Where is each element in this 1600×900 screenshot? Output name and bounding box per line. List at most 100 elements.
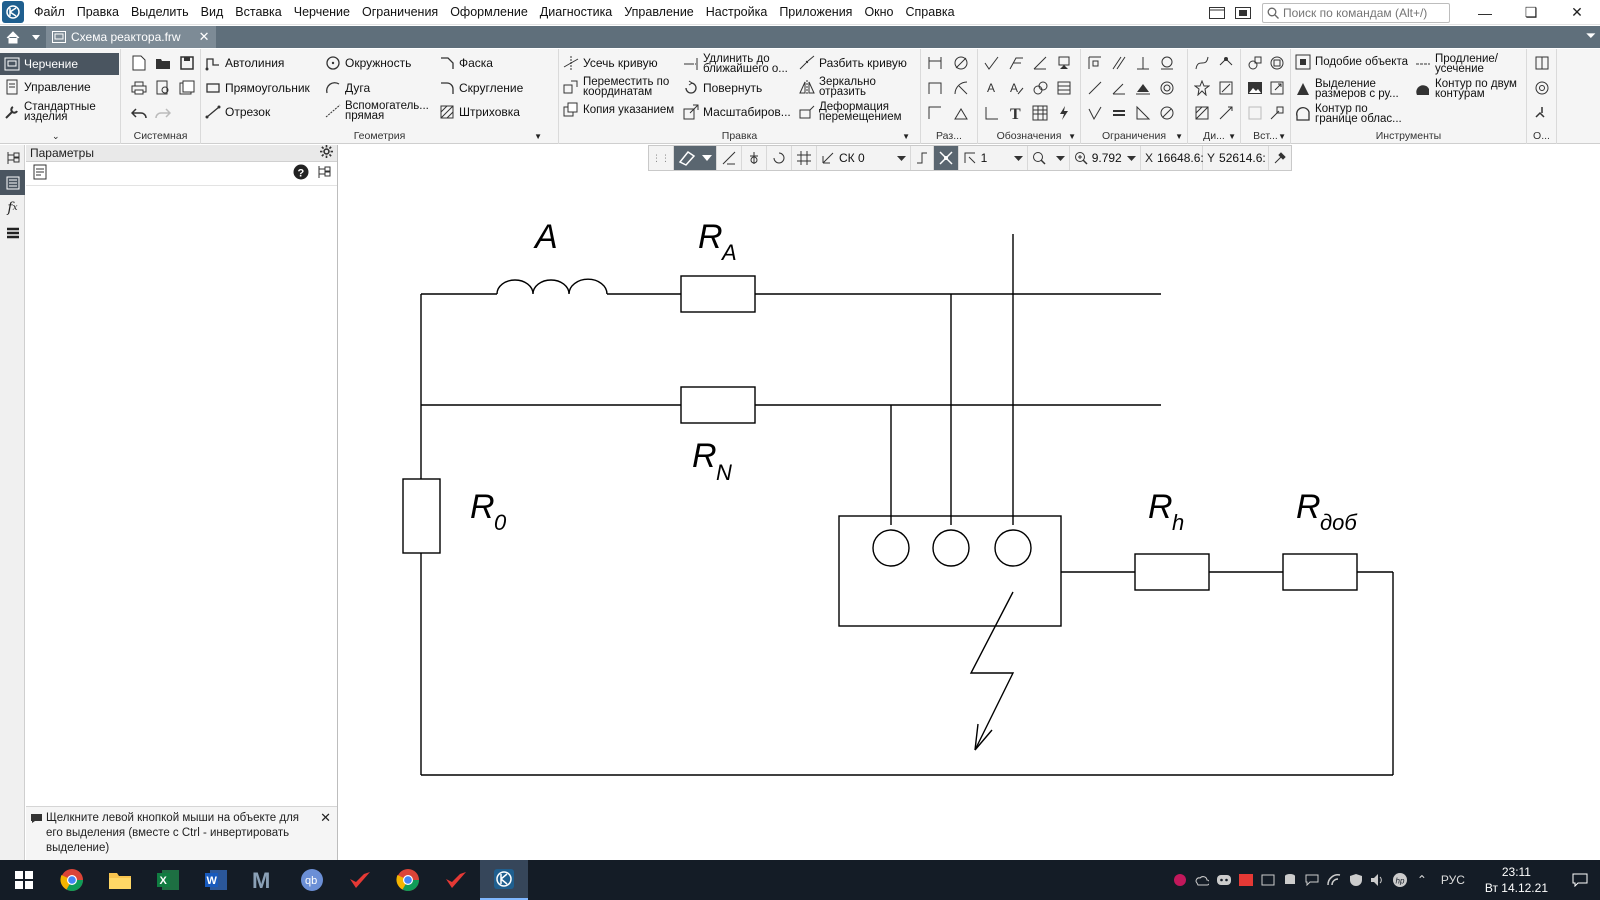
- red-check-app-2-icon[interactable]: [432, 860, 480, 900]
- menu-insert[interactable]: Вставка: [229, 0, 287, 25]
- similar-object-button[interactable]: Подобие объекта: [1295, 54, 1413, 70]
- menu-file[interactable]: Файл: [28, 0, 71, 25]
- roughness-icon[interactable]: [982, 53, 1002, 73]
- layers-icon[interactable]: [0, 220, 25, 245]
- horizontal-icon[interactable]: [1133, 103, 1153, 123]
- gear-icon[interactable]: [320, 145, 333, 161]
- preview-icon[interactable]: [153, 78, 173, 98]
- menu-settings[interactable]: Настройка: [700, 0, 774, 25]
- copy-by-pick-button[interactable]: Копия указанием: [563, 102, 681, 118]
- close-hint-icon[interactable]: ✕: [320, 810, 331, 825]
- select-dims-button[interactable]: Выделение размеров с ру...: [1295, 78, 1413, 100]
- split-curve-button[interactable]: Разбить кривую: [799, 55, 907, 71]
- open-folder-icon[interactable]: [153, 53, 173, 73]
- text-a-icon[interactable]: A: [982, 78, 1002, 98]
- coord-x[interactable]: X 16648.6:: [1141, 146, 1204, 170]
- trim-curve-button[interactable]: Усечь кривую: [563, 55, 658, 71]
- step-icon[interactable]: [911, 146, 934, 170]
- insert-image-icon[interactable]: [1245, 78, 1265, 98]
- tangent-icon[interactable]: [1157, 53, 1177, 73]
- mirror-button[interactable]: Зеркально отразить: [799, 76, 917, 98]
- zoom-window-button[interactable]: [1028, 146, 1070, 170]
- chamfer-button[interactable]: Фаска: [439, 55, 493, 71]
- ortho-icon[interactable]: [717, 146, 742, 170]
- tabs-dropdown-icon[interactable]: [26, 26, 46, 48]
- tray-discord-icon[interactable]: [1213, 860, 1235, 900]
- snap-toggle-icon[interactable]: [933, 146, 959, 170]
- screen-icon[interactable]: [1232, 4, 1254, 22]
- file-explorer-icon[interactable]: [96, 860, 144, 900]
- drawing-canvas[interactable]: A R A R N R 0 R h R доб: [339, 145, 1600, 860]
- cs-selector[interactable]: СК 0: [817, 146, 911, 170]
- tray-red-app-icon[interactable]: [1235, 860, 1257, 900]
- area-contour-button[interactable]: Контур по границе облас...: [1295, 103, 1413, 125]
- text-tool-icon[interactable]: T: [1006, 103, 1026, 123]
- tray-db-icon[interactable]: [1279, 860, 1301, 900]
- section-icon[interactable]: [1030, 78, 1050, 98]
- home-icon[interactable]: [0, 26, 26, 48]
- mathcad-icon[interactable]: M: [240, 860, 288, 900]
- menu-design[interactable]: Оформление: [444, 0, 534, 25]
- menu-help[interactable]: Справка: [900, 0, 961, 25]
- eyedropper-icon[interactable]: [1269, 146, 1291, 170]
- rectangle-button[interactable]: Прямоугольник: [205, 80, 310, 96]
- point-on-curve-icon[interactable]: [1085, 103, 1105, 123]
- center-mark-icon[interactable]: [982, 103, 1002, 123]
- area-icon[interactable]: [1192, 103, 1212, 123]
- scale-button[interactable]: Масштабиров...: [683, 104, 791, 120]
- save-all-icon[interactable]: [177, 78, 197, 98]
- mode-control[interactable]: Управление: [4, 79, 91, 95]
- perpendicular-icon[interactable]: [1133, 53, 1153, 73]
- round-icon[interactable]: [767, 146, 792, 170]
- target-icon[interactable]: [1532, 78, 1552, 98]
- segment-button[interactable]: Отрезок: [205, 104, 270, 120]
- menu-select[interactable]: Выделить: [125, 0, 195, 25]
- windows-start-icon[interactable]: [0, 860, 48, 900]
- radial-dim-icon[interactable]: [951, 78, 971, 98]
- insert-leader-icon[interactable]: [1267, 103, 1287, 123]
- clock[interactable]: 23:11 Вт 14.12.21: [1473, 864, 1560, 896]
- insert-object-icon[interactable]: [1245, 103, 1265, 123]
- tray-app-icon[interactable]: [1169, 860, 1191, 900]
- tolerance-icon[interactable]: [1030, 53, 1050, 73]
- tray-window-icon[interactable]: [1257, 860, 1279, 900]
- hatch-button[interactable]: Штриховка: [439, 104, 520, 120]
- coord-y[interactable]: Y 52614.6:: [1203, 146, 1270, 170]
- curve-check-icon[interactable]: [1192, 53, 1212, 73]
- menu-view[interactable]: Вид: [195, 0, 230, 25]
- kompas-taskbar-icon[interactable]: [480, 860, 528, 900]
- lightning-icon[interactable]: [1054, 103, 1074, 123]
- insert-view-icon[interactable]: [1245, 53, 1265, 73]
- restore-button[interactable]: ❏: [1508, 0, 1554, 25]
- measure-icon[interactable]: [1216, 78, 1236, 98]
- notifications-icon[interactable]: [1560, 860, 1600, 900]
- diameter-dim-icon[interactable]: [951, 53, 971, 73]
- chain-dim-icon[interactable]: [925, 78, 945, 98]
- menu-drawing[interactable]: Черчение: [288, 0, 356, 25]
- construction-line-button[interactable]: Вспомогатель... прямая: [325, 100, 433, 122]
- extend-button[interactable]: Удлинить до ближайшего о...: [683, 53, 801, 75]
- menu-window[interactable]: Окно: [858, 0, 899, 25]
- tray-cloud-icon[interactable]: [1191, 860, 1213, 900]
- coincident-icon[interactable]: [1157, 103, 1177, 123]
- grid-icon[interactable]: [792, 146, 817, 170]
- snap-mode-button[interactable]: [674, 146, 717, 170]
- collinear-icon[interactable]: [1085, 78, 1105, 98]
- new-file-icon[interactable]: [129, 53, 149, 73]
- save-icon[interactable]: [177, 53, 197, 73]
- menu-constraints[interactable]: Ограничения: [356, 0, 444, 25]
- equal-icon[interactable]: [1109, 103, 1129, 123]
- security-shield-icon[interactable]: [1345, 860, 1367, 900]
- grid-table-icon[interactable]: [1030, 103, 1050, 123]
- circle-button[interactable]: Окружность: [325, 55, 411, 71]
- wifi-icon[interactable]: [1323, 860, 1345, 900]
- deform-button[interactable]: Деформация перемещением: [799, 101, 917, 123]
- menu-diagnostics[interactable]: Диагностика: [534, 0, 618, 25]
- close-tab-icon[interactable]: ✕: [199, 29, 210, 45]
- chrome-icon[interactable]: [48, 860, 96, 900]
- symmetry-icon[interactable]: [1133, 78, 1153, 98]
- excel-icon[interactable]: X: [144, 860, 192, 900]
- menu-edit[interactable]: Правка: [71, 0, 125, 25]
- menu-control[interactable]: Управление: [618, 0, 700, 25]
- tab-document[interactable]: Схема реактора.frw ✕: [46, 26, 216, 48]
